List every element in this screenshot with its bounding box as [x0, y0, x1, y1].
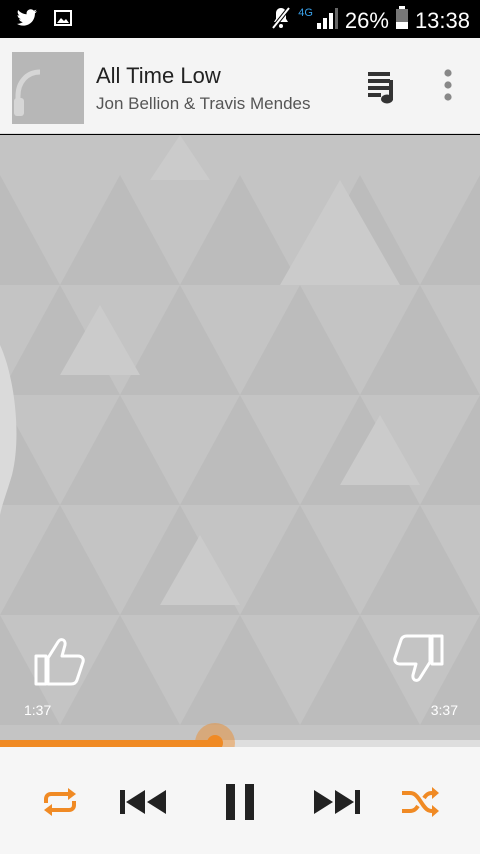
seek-bar-fill — [0, 740, 215, 747]
skip-previous-icon — [120, 790, 166, 814]
mute-icon — [270, 6, 292, 35]
total-time: 3:37 — [430, 702, 458, 718]
network-type: 4G — [298, 6, 313, 19]
shuffle-button[interactable] — [398, 777, 442, 827]
previous-button[interactable] — [116, 777, 172, 827]
elapsed-time: 1:37 — [24, 702, 52, 718]
seek-bar[interactable] — [0, 740, 480, 747]
thumbs-up-icon — [34, 638, 85, 686]
queue-button[interactable] — [366, 68, 400, 104]
thumbs-down-button[interactable] — [388, 630, 448, 690]
pause-icon — [226, 784, 254, 820]
image-icon — [54, 10, 72, 31]
next-button[interactable] — [308, 777, 364, 827]
album-art-thumbnail[interactable] — [12, 52, 84, 124]
battery-percent: 26% — [344, 7, 389, 33]
more-options-button[interactable] — [436, 68, 460, 104]
skip-next-icon — [314, 790, 360, 814]
battery-icon — [395, 6, 409, 35]
twitter-icon — [16, 9, 38, 32]
thumbs-up-button[interactable] — [30, 630, 90, 690]
thumbs-down-icon — [393, 634, 444, 682]
clock: 13:38 — [414, 7, 470, 33]
headphones-icon — [12, 52, 84, 124]
playback-controls — [0, 747, 480, 854]
shuffle-icon — [402, 787, 439, 817]
track-artist: Jon Bellion & Travis Mendes — [96, 94, 311, 113]
track-title: All Time Low — [96, 63, 221, 88]
repeat-button[interactable] — [38, 777, 82, 827]
pause-button[interactable] — [214, 777, 266, 827]
signal-icon — [315, 6, 339, 35]
status-bar: 4G 26% 13:38 — [0, 0, 480, 38]
repeat-icon — [44, 788, 76, 816]
more-vert-icon — [444, 69, 452, 101]
queue-icon — [368, 72, 393, 104]
now-playing-header[interactable]: All Time Low Jon Bellion & Travis Mendes — [0, 38, 480, 134]
